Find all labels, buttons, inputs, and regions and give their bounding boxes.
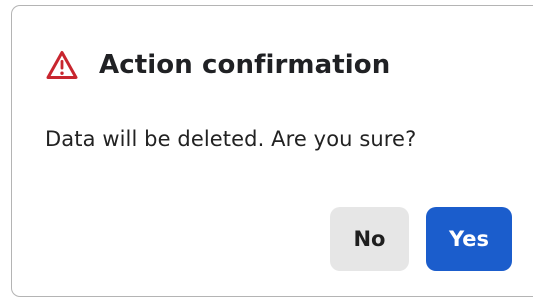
- yes-button[interactable]: Yes: [426, 207, 512, 271]
- dialog-title: Action confirmation: [99, 50, 391, 80]
- warning-triangle-icon: [46, 50, 78, 80]
- dialog-header: Action confirmation: [46, 43, 390, 87]
- dialog-actions: No Yes: [330, 207, 512, 271]
- no-button[interactable]: No: [330, 207, 409, 271]
- confirmation-dialog: Action confirmation Data will be deleted…: [11, 5, 533, 297]
- dialog-message: Data will be deleted. Are you sure?: [45, 127, 417, 151]
